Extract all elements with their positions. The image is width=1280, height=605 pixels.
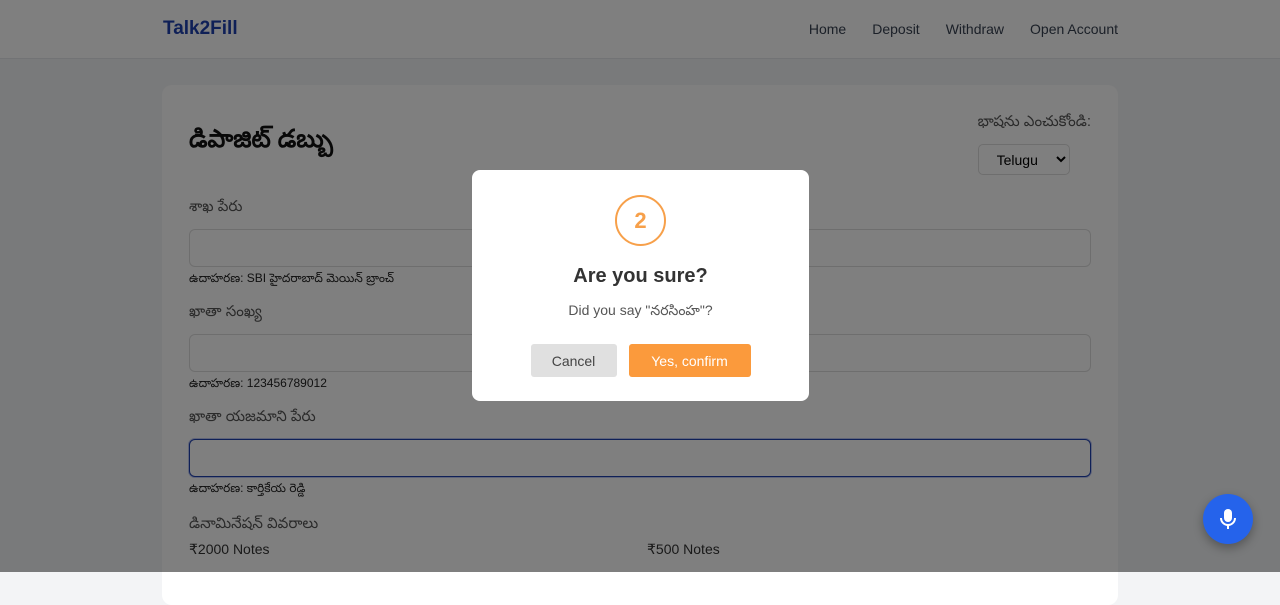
cancel-button[interactable]: Cancel (530, 344, 617, 377)
confirm-dialog: 2 Are you sure? Did you say "నరసింహ"? Ca… (472, 170, 809, 401)
microphone-icon (1220, 509, 1236, 529)
step-badge: 2 (615, 195, 666, 246)
dialog-message: Did you say "నరసింహ"? (568, 302, 713, 318)
dialog-title: Are you sure? (573, 265, 708, 287)
confirm-button[interactable]: Yes, confirm (628, 344, 751, 377)
microphone-button[interactable] (1203, 494, 1253, 544)
